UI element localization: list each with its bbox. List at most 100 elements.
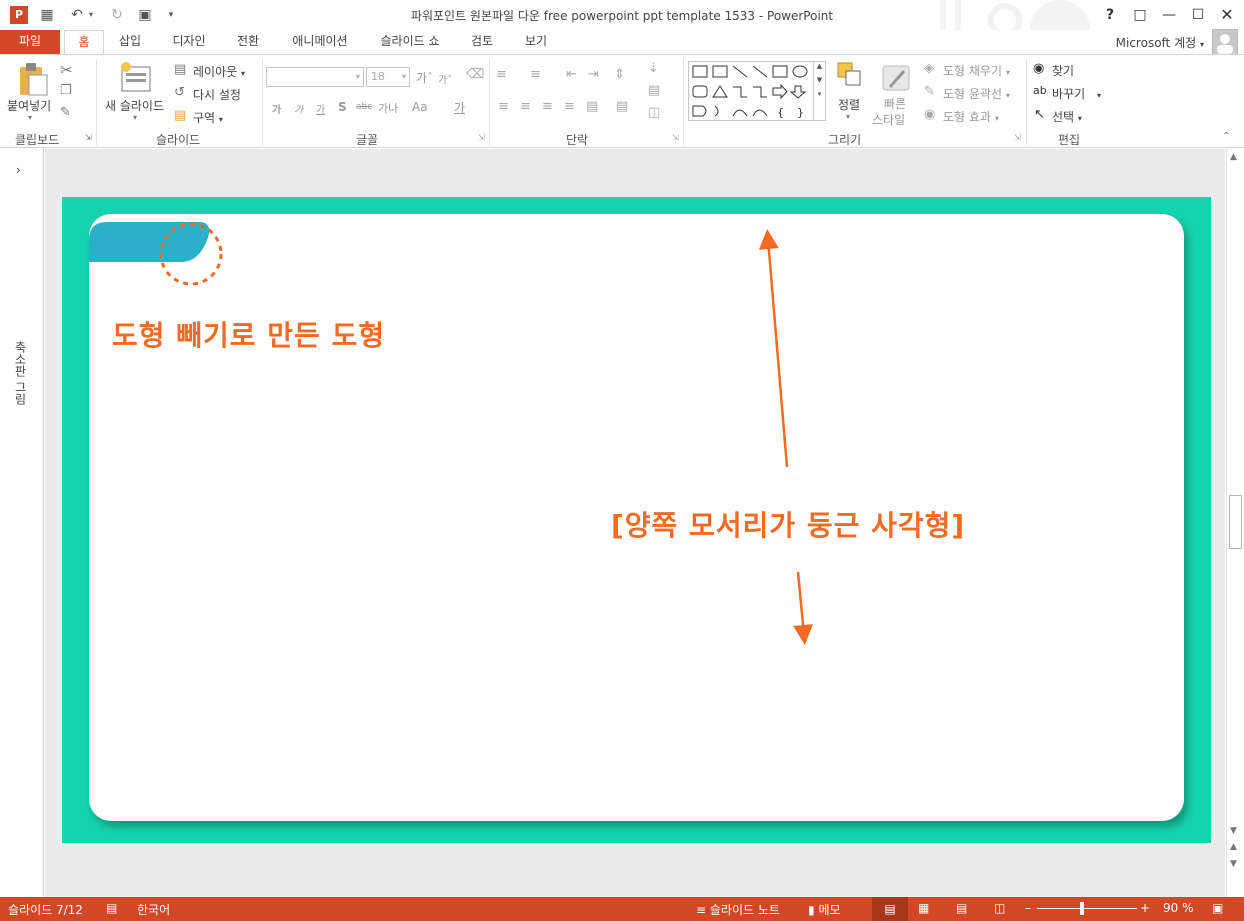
line-spacing-icon[interactable]: ⇕	[614, 67, 625, 82]
tab-animations[interactable]: 애니메이션	[280, 30, 360, 54]
underline-button[interactable]: 가	[316, 101, 325, 116]
font-color-button[interactable]: 가	[454, 99, 465, 116]
distributed-icon[interactable]: ▤	[586, 99, 598, 114]
dialog-launcher-icon[interactable]: ⇲	[1014, 133, 1021, 142]
copy-icon[interactable]: ❐	[60, 83, 72, 98]
fit-to-window-icon[interactable]: ▣	[1212, 901, 1223, 915]
avatar[interactable]	[1212, 29, 1238, 55]
tab-slideshow[interactable]: 슬라이드 쇼	[370, 30, 450, 54]
reading-view-button[interactable]: ▤	[956, 901, 967, 915]
thumbnails-pane: › 축소판 그림	[0, 149, 44, 897]
zoom-slider-thumb[interactable]	[1080, 902, 1084, 915]
italic-button[interactable]: 가	[294, 101, 303, 116]
language-indicator[interactable]: 한국어	[137, 901, 170, 918]
shape-fill-button[interactable]: 도형 채우기 ▾	[943, 62, 1010, 79]
quick-styles-label-2[interactable]: 스타일	[872, 111, 905, 128]
arrange-dropdown-icon[interactable]: ▾	[846, 112, 850, 121]
text-direction-icon[interactable]: ⇣	[648, 61, 659, 76]
notes-button[interactable]: ≡ 슬라이드 노트	[696, 901, 780, 918]
slideshow-view-button[interactable]: ◫	[994, 901, 1005, 915]
dashed-circle[interactable]	[156, 220, 228, 290]
comments-button[interactable]: ▮ 메모	[808, 901, 841, 918]
clear-formatting-icon[interactable]: ⌫	[466, 67, 484, 82]
ribbon-display-options-button[interactable]: □	[1128, 4, 1152, 26]
tab-transitions[interactable]: 전환	[226, 30, 270, 54]
reset-button[interactable]: 다시 설정	[193, 86, 241, 103]
zoom-slider[interactable]	[1037, 908, 1137, 909]
font-name-combo[interactable]: ▾	[266, 67, 364, 87]
arrange-icon[interactable]	[836, 61, 864, 91]
tab-file[interactable]: 파일	[0, 30, 60, 54]
layout-label: 레이아웃	[193, 65, 238, 79]
tab-design[interactable]: 디자인	[164, 30, 214, 54]
replace-button[interactable]: 바꾸기 ▾	[1052, 85, 1101, 102]
align-center-icon[interactable]: ≡	[520, 99, 531, 114]
justify-icon[interactable]: ≡	[564, 99, 575, 114]
zoom-out-button[interactable]: –	[1025, 901, 1031, 915]
scroll-thumb[interactable]	[1229, 495, 1242, 549]
new-slide-button[interactable]: 새 슬라이드	[105, 97, 164, 114]
previous-slide-icon[interactable]: ▲	[1230, 842, 1237, 852]
decrease-indent-icon[interactable]: ⇤	[566, 67, 577, 82]
account-menu[interactable]: Microsoft 계정 ▾	[1116, 34, 1204, 51]
shape-effects-button[interactable]: 도형 효과 ▾	[943, 108, 999, 125]
next-slide-icon[interactable]: ▼	[1230, 859, 1237, 869]
shapes-gallery[interactable]: {} ▲ ▼ ▾	[688, 61, 826, 121]
zoom-in-button[interactable]: +	[1140, 901, 1150, 915]
paste-button[interactable]: 붙여넣기	[7, 97, 51, 114]
expand-thumbnails-button[interactable]: ›	[16, 163, 21, 177]
decrease-font-button[interactable]: 가ˇ	[438, 71, 452, 86]
strikethrough-button[interactable]: abc	[356, 102, 372, 112]
bullets-icon[interactable]: ≡	[496, 67, 507, 82]
slide-sorter-button[interactable]: ▦	[918, 901, 929, 915]
maximize-button[interactable]: ☐	[1186, 4, 1210, 26]
tab-home[interactable]: 홈	[64, 30, 104, 54]
cut-icon[interactable]: ✂	[60, 61, 73, 79]
arrange-button[interactable]: 정렬	[838, 96, 860, 113]
quick-styles-label-1[interactable]: 빠른	[884, 95, 906, 112]
dialog-launcher-icon[interactable]: ⇲	[478, 133, 485, 142]
font-size-combo[interactable]: 18 ▾	[366, 67, 410, 87]
gallery-scroll[interactable]: ▲ ▼ ▾	[813, 62, 825, 120]
tab-view[interactable]: 보기	[516, 30, 556, 54]
spelling-icon[interactable]: ▤	[106, 901, 117, 915]
shadow-button[interactable]: S	[338, 100, 347, 114]
increase-indent-icon[interactable]: ⇥	[588, 67, 599, 82]
help-button[interactable]: ?	[1098, 4, 1122, 26]
find-button[interactable]: 찾기	[1052, 62, 1074, 79]
columns-icon[interactable]: ▤	[616, 99, 628, 114]
paste-dropdown-icon[interactable]: ▾	[28, 113, 32, 122]
slide-title[interactable]: 도형 빼기로 만든 도형	[112, 314, 385, 354]
new-slide-icon[interactable]	[118, 61, 154, 95]
align-text-icon[interactable]: ▤	[648, 83, 660, 98]
align-right-icon[interactable]: ≡	[542, 99, 553, 114]
increase-font-button[interactable]: 가ˆ	[416, 69, 433, 86]
format-painter-icon[interactable]: ✎	[60, 105, 71, 120]
dialog-launcher-icon[interactable]: ⇲	[672, 133, 679, 142]
bold-button[interactable]: 가	[272, 101, 281, 116]
scroll-down-icon[interactable]: ▼	[1230, 826, 1237, 836]
smartart-icon[interactable]: ◫	[648, 105, 660, 120]
numbering-icon[interactable]: ≡	[530, 67, 541, 82]
shape-fill-label: 도형 채우기	[943, 64, 1003, 78]
tab-review[interactable]: 검토	[462, 30, 502, 54]
shape-outline-button[interactable]: 도형 윤곽선 ▾	[943, 85, 1010, 102]
close-button[interactable]: ✕	[1215, 4, 1239, 26]
scroll-up-icon[interactable]: ▲	[1230, 152, 1237, 162]
select-button[interactable]: 선택 ▾	[1052, 108, 1082, 125]
minimize-button[interactable]: —	[1157, 4, 1181, 26]
align-left-icon[interactable]: ≡	[498, 99, 509, 114]
zoom-level[interactable]: 90 %	[1163, 901, 1194, 915]
section-button[interactable]: 구역 ▾	[193, 109, 223, 126]
char-spacing-button[interactable]: 가나	[378, 100, 398, 116]
paste-icon[interactable]	[14, 61, 50, 97]
collapse-ribbon-icon[interactable]: ⌃	[1222, 131, 1230, 142]
layout-button[interactable]: 레이아웃 ▾	[193, 63, 245, 80]
dialog-launcher-icon[interactable]: ⇲	[85, 133, 92, 142]
new-slide-dropdown-icon[interactable]: ▾	[133, 113, 137, 122]
vertical-scrollbar[interactable]: ▲ ▼ ▲ ▼	[1226, 149, 1244, 897]
normal-view-button[interactable]: ▤	[872, 897, 908, 921]
change-case-button[interactable]: Aa	[412, 100, 428, 114]
quick-styles-icon[interactable]	[880, 63, 914, 95]
tab-insert[interactable]: 삽입	[110, 30, 150, 54]
